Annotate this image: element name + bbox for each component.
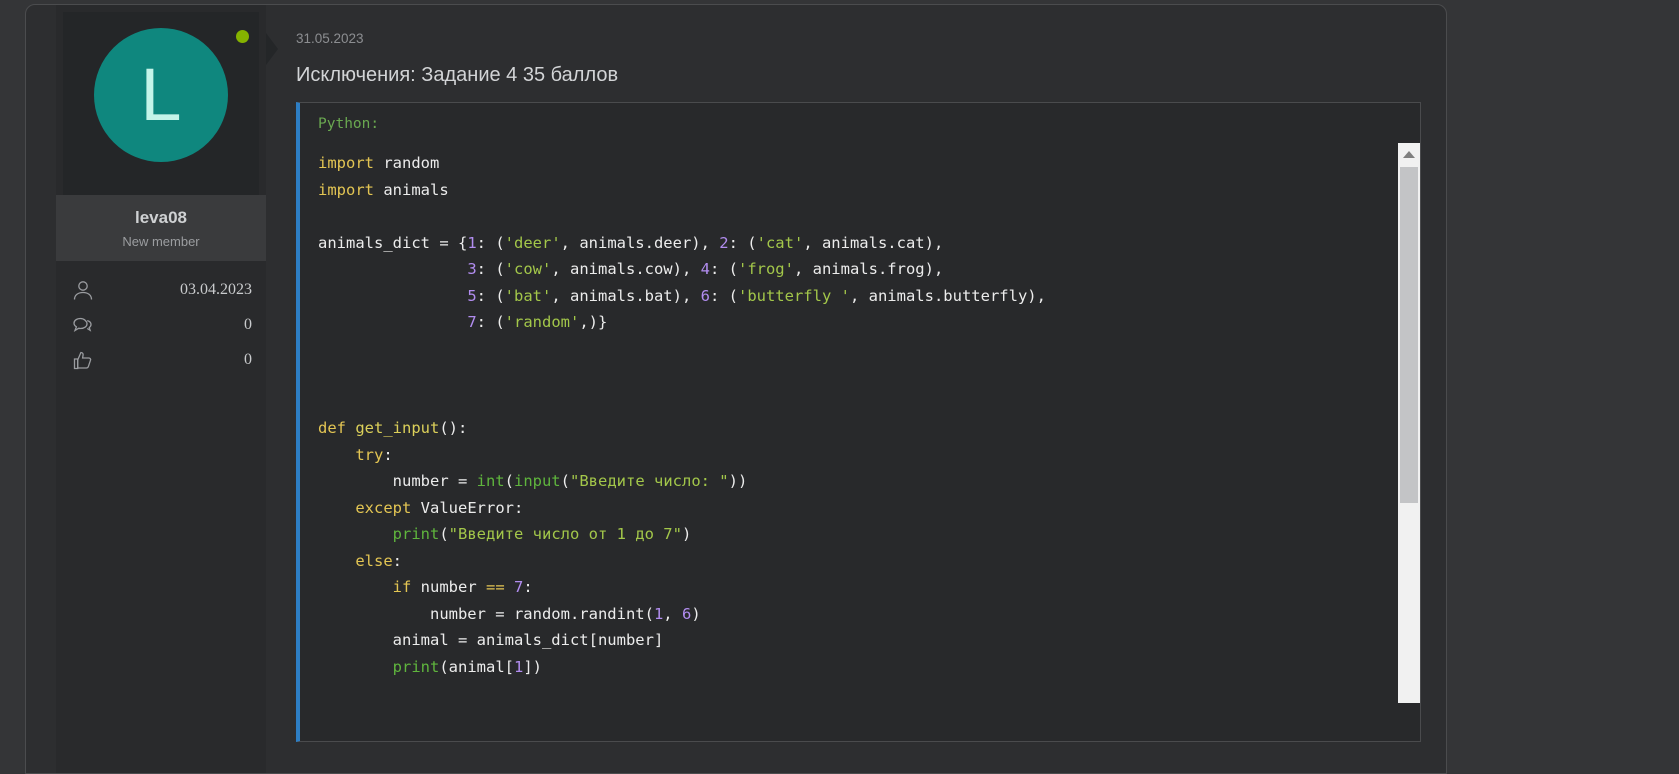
- user-role: New member: [60, 234, 262, 249]
- post-date-link[interactable]: 31.05.2023: [296, 31, 364, 46]
- joined-date-value: 03.04.2023: [180, 281, 252, 299]
- user-icon: [70, 277, 96, 303]
- post-title: Исключения: Задание 4 35 баллов: [296, 64, 1421, 87]
- scrollbar-up-button[interactable]: [1398, 143, 1420, 165]
- triangle-up-icon: [1403, 151, 1415, 158]
- avatar[interactable]: L: [94, 28, 228, 162]
- messages-icon: [70, 312, 96, 338]
- avatar-letter: L: [140, 58, 181, 132]
- username-link[interactable]: leva08: [60, 208, 262, 228]
- code-language-label: Python:: [300, 103, 1420, 143]
- online-indicator-dot: [236, 30, 249, 43]
- likes-count-value: 0: [244, 351, 252, 369]
- forum-post: L leva08 New member 03.04.2023 0: [25, 4, 1447, 774]
- avatar-box: L: [63, 12, 259, 195]
- python-code: import randomimport animals animals_dict…: [300, 143, 1420, 690]
- stat-row-messages: 0: [70, 312, 252, 338]
- code-scrollbar[interactable]: [1398, 143, 1420, 703]
- stat-row-likes: 0: [70, 347, 252, 373]
- stat-row-joined: 03.04.2023: [70, 277, 252, 303]
- code-scroll-area: import randomimport animals animals_dict…: [300, 143, 1420, 703]
- user-cell: L leva08 New member 03.04.2023 0: [56, 5, 266, 773]
- likes-icon: [70, 347, 96, 373]
- messages-count-value: 0: [244, 316, 252, 334]
- user-title-block: leva08 New member: [56, 195, 266, 261]
- code-block: Python: import randomimport animals anim…: [296, 102, 1421, 742]
- post-content-cell: 31.05.2023 Исключения: Задание 4 35 балл…: [266, 5, 1446, 773]
- user-stats: 03.04.2023 0 0: [56, 261, 266, 398]
- scrollbar-thumb[interactable]: [1400, 167, 1418, 503]
